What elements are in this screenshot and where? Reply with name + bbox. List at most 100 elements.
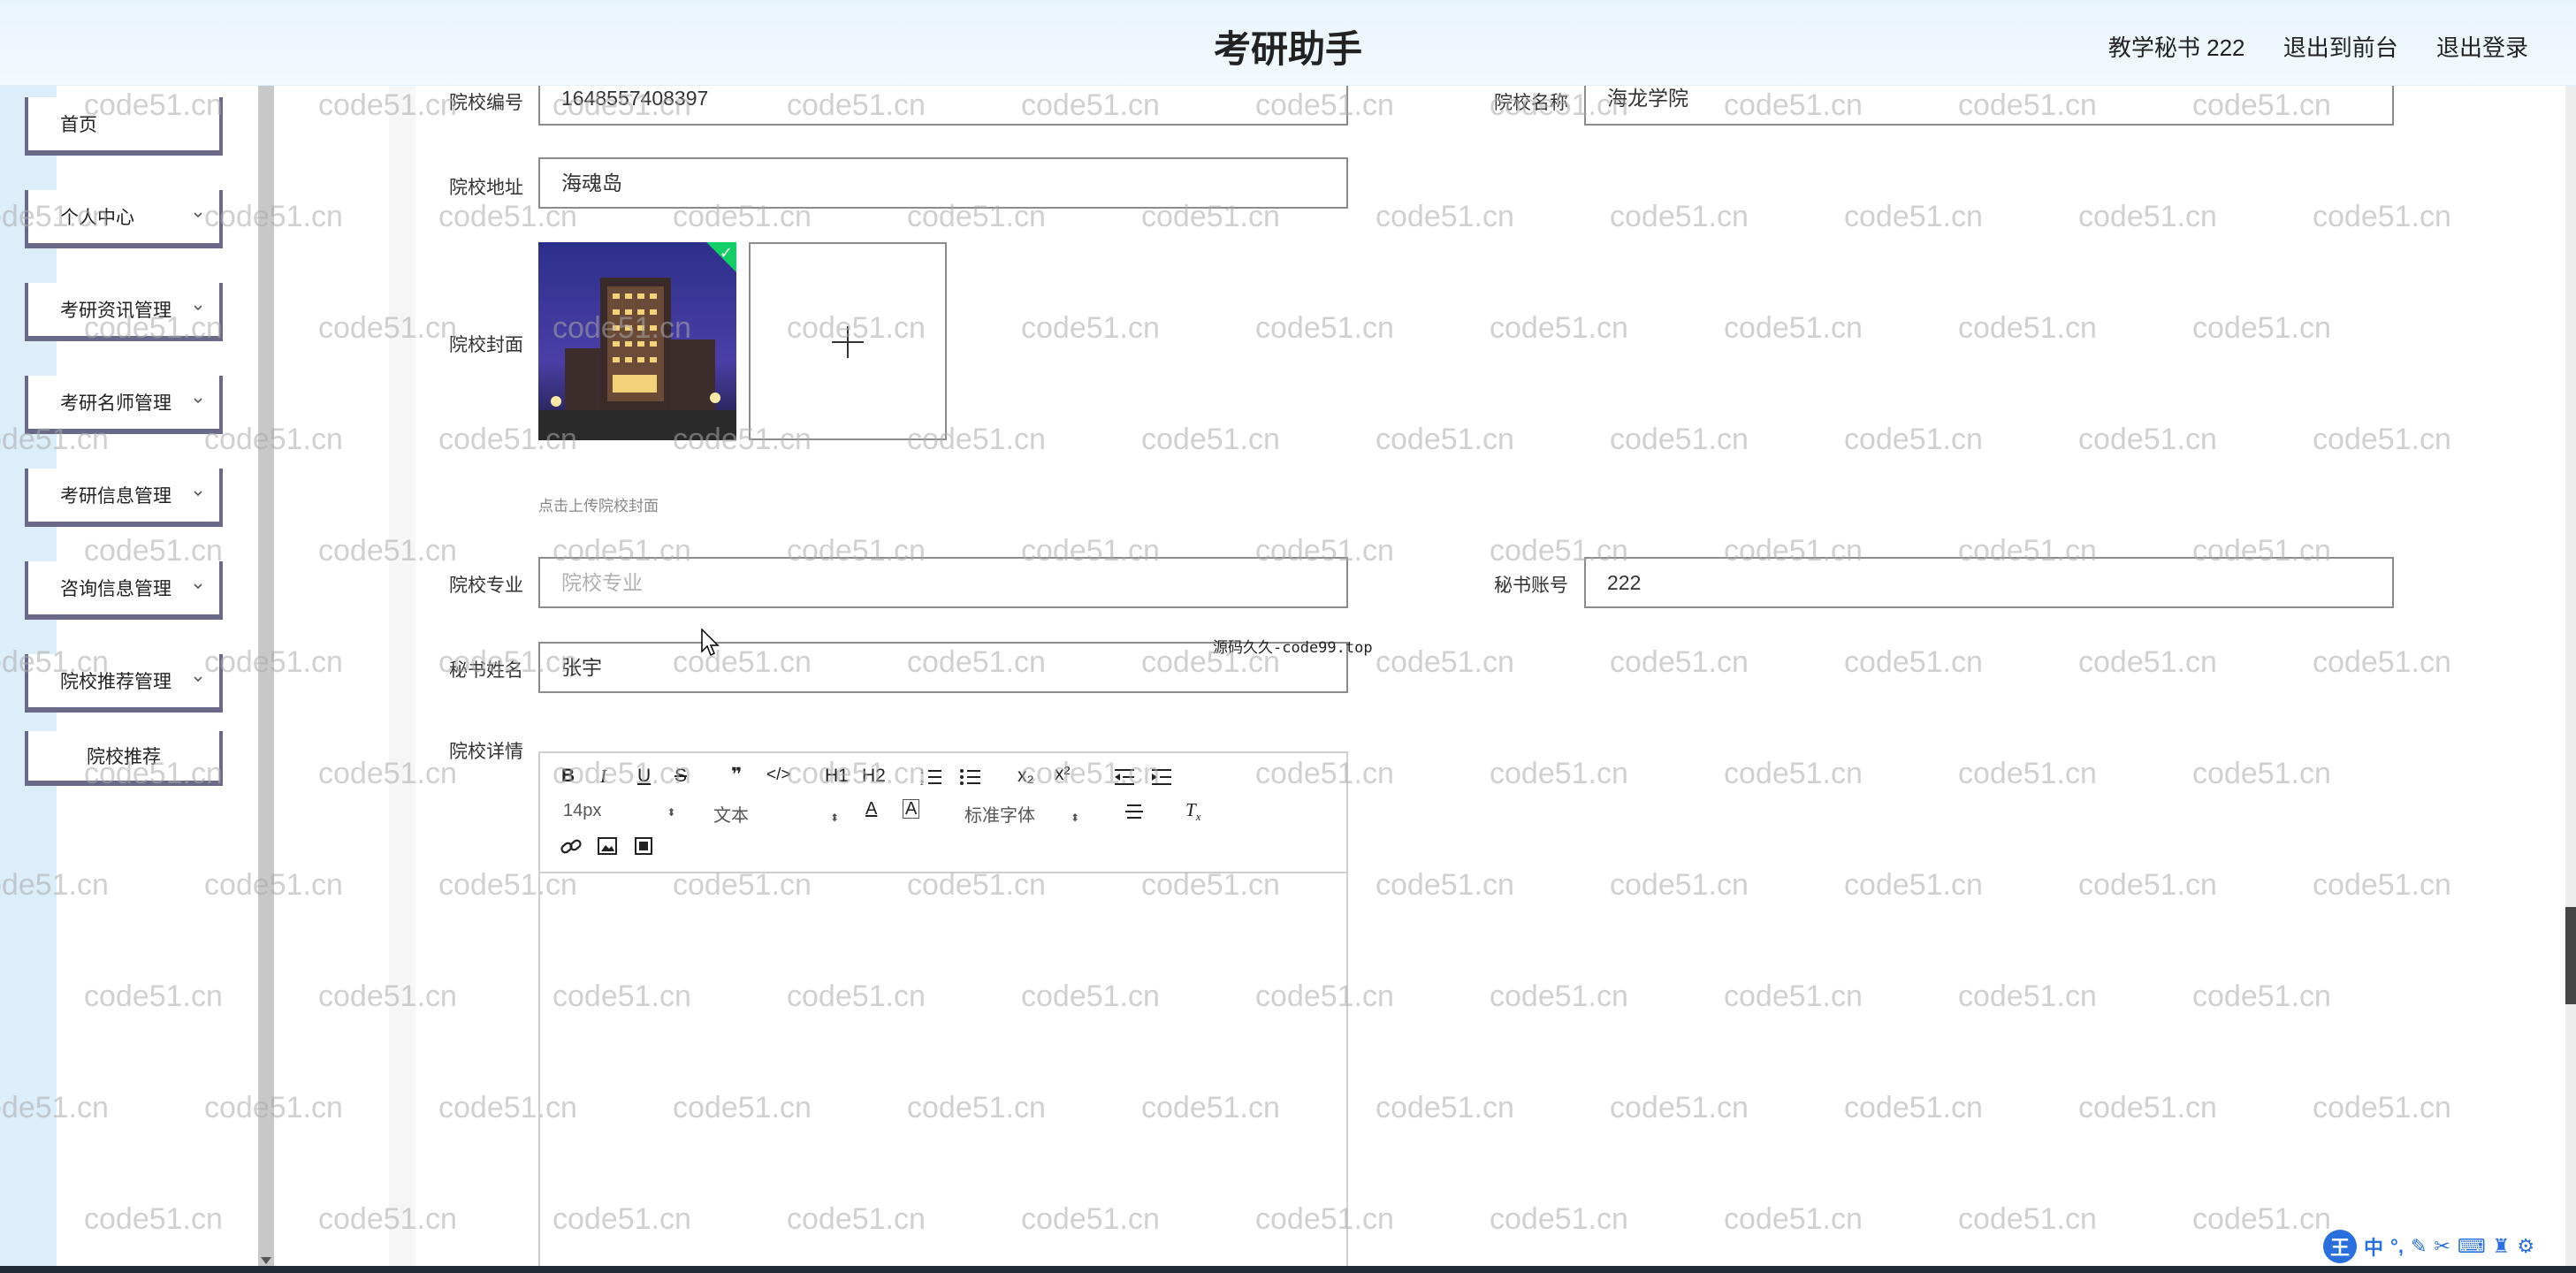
watermark-text: code51.cn (1490, 980, 1628, 1013)
watermark-text: code51.cn (2078, 1091, 2217, 1124)
sidebar-item-info[interactable]: 考研信息管理 (25, 469, 223, 527)
font-color-button[interactable]: A (865, 799, 877, 819)
watermark-text: code51.cn (1610, 423, 1749, 456)
align-icon[interactable] (1124, 803, 1145, 820)
check-icon: ✓ (719, 244, 733, 262)
watermark-text: code51.cn (1021, 311, 1160, 345)
watermark-text: code51.cn (2192, 980, 2331, 1013)
sidebar-scrollbar[interactable] (258, 85, 274, 1268)
paragraph-value: 文本 (713, 806, 749, 826)
ime-logo-icon[interactable]: 王 (2323, 1230, 2357, 1263)
clear-format-button[interactable]: Tx (1185, 799, 1200, 824)
background-color-button[interactable]: A (903, 799, 920, 819)
plus-icon-vertical (847, 326, 849, 358)
font-size-select[interactable]: 14px ⬍ (563, 801, 675, 821)
upload-cover-button[interactable] (749, 242, 947, 440)
major-input[interactable]: 院校专业 (538, 557, 1348, 608)
sidebar-item-teachers[interactable]: 考研名师管理 (25, 376, 223, 434)
page-scrollbar-thumb[interactable] (2565, 907, 2576, 1004)
cover-image-thumbnail[interactable]: ✓ (538, 242, 736, 440)
sidebar-item-news[interactable]: 考研资讯管理 (25, 283, 223, 341)
chevron-down-icon (194, 583, 202, 590)
address-field[interactable]: 海魂岛 (538, 157, 1348, 209)
watermark-text: code51.cn (1490, 757, 1628, 790)
sidebar-subitem-school-recommend[interactable]: 院校推荐 (25, 731, 223, 786)
watermark-text: code51.cn (1844, 423, 1983, 456)
watermark-text: code51.cn (1958, 757, 2097, 790)
link-icon[interactable] (560, 836, 583, 858)
watermark-text: code51.cn (1844, 1091, 1983, 1124)
ordered-list-icon[interactable]: 12 (920, 767, 943, 787)
watermark-text: code51.cn (1724, 1202, 1863, 1236)
sidebar-item-consult[interactable]: 咨询信息管理 (25, 561, 223, 620)
watermark-text: code51.cn (2192, 757, 2331, 790)
secretary-account-field[interactable]: 222 (1584, 557, 2394, 608)
skin-icon[interactable]: ♜ (2493, 1235, 2511, 1258)
blockquote-button[interactable]: ❞ (731, 764, 742, 786)
watermark-text: code51.cn (318, 980, 457, 1013)
sidebar-item-label: 首页 (60, 115, 97, 135)
sidebar-item-label: 咨询信息管理 (60, 579, 171, 599)
watermark-text: code51.cn (1958, 980, 2097, 1013)
settings-icon[interactable]: ⚙ (2517, 1235, 2534, 1258)
font-family-value: 标准字体 (964, 806, 1035, 826)
italic-button[interactable]: I (600, 766, 606, 788)
cover-label: 院校封面 (449, 335, 523, 355)
secretary-name-label: 秘书姓名 (449, 660, 523, 681)
scissors-icon[interactable]: ✂ (2434, 1235, 2450, 1258)
image-icon[interactable] (597, 836, 618, 856)
font-family-select[interactable]: 标准字体 ⬍ (964, 801, 1079, 827)
punctuation-icon[interactable]: °, (2390, 1235, 2404, 1258)
sidebar-item-home[interactable]: 首页 (25, 97, 223, 156)
code-block-button[interactable]: </> (766, 766, 790, 785)
watermark-text: code51.cn (1141, 423, 1280, 456)
watermark-text: code51.cn (1490, 311, 1628, 345)
outdent-icon[interactable] (1113, 767, 1136, 787)
building-image (538, 242, 736, 440)
content-left-gutter (389, 85, 415, 1273)
watermark-text: code51.cn (1376, 868, 1514, 902)
rich-text-editor[interactable]: B I U S ❞ </> H1 H2 12 x₂ x² 14px ⬍ 文本 ⬍ A… (538, 751, 1348, 1273)
keyboard-icon[interactable]: ⌨ (2458, 1235, 2486, 1258)
strike-button[interactable]: S (674, 766, 687, 787)
logout-link[interactable]: 退出登录 (2436, 34, 2528, 61)
sidebar-item-school-recommend[interactable]: 院校推荐管理 (25, 654, 223, 713)
bullet-list-icon[interactable] (959, 767, 982, 787)
front-link[interactable]: 退出到前台 (2283, 34, 2398, 61)
scroll-down-arrow-icon[interactable] (261, 1257, 271, 1264)
paragraph-select[interactable]: 文本 ⬍ (713, 801, 839, 827)
sidebar-item-personal-center[interactable]: 个人中心 (25, 190, 223, 248)
editor-content-area[interactable] (540, 873, 1346, 1271)
secretary-account-label: 秘书账号 (1494, 576, 1568, 596)
ime-mode[interactable]: 中 (2364, 1232, 2383, 1261)
watermark-text: code51.cn (1724, 311, 1863, 345)
watermark-text: code51.cn (1958, 1202, 2097, 1236)
editor-toolbar: B I U S ❞ </> H1 H2 12 x₂ x² 14px ⬍ 文本 ⬍ A… (540, 753, 1346, 873)
watermark-text: code51.cn (1376, 423, 1514, 456)
watermark-text: code51.cn (1610, 868, 1749, 902)
ime-toolbar: 王 中 °, ✎ ✂ ⌨ ♜ ⚙ (2323, 1227, 2576, 1266)
sidebar-subitem-label: 院校推荐 (87, 747, 161, 767)
watermark-text: code51.cn (2078, 200, 2217, 233)
page-scrollbar[interactable] (2565, 85, 2576, 1273)
superscript-button[interactable]: x² (1055, 764, 1071, 785)
school-no-label: 院校编号 (449, 93, 523, 113)
watermark-text: code51.cn (1610, 200, 1749, 233)
heading2-button[interactable]: H2 (862, 766, 886, 787)
watermark-text: code51.cn (1724, 757, 1863, 790)
video-icon[interactable] (634, 836, 653, 856)
heading1-button[interactable]: H1 (825, 766, 849, 787)
major-label: 院校专业 (449, 576, 523, 596)
indent-icon[interactable] (1150, 767, 1173, 787)
pen-icon[interactable]: ✎ (2411, 1235, 2427, 1258)
subscript-button[interactable]: x₂ (1017, 766, 1034, 787)
underline-button[interactable]: U (637, 766, 651, 787)
watermark-text: code51.cn (318, 1202, 457, 1236)
bold-button[interactable]: B (561, 766, 575, 787)
watermark-text: code51.cn (2192, 311, 2331, 345)
watermark-text: code51.cn (1610, 645, 1749, 679)
watermark-text: code51.cn (1376, 645, 1514, 679)
detail-label: 院校详情 (449, 742, 523, 762)
watermark-text: code51.cn (1490, 1202, 1628, 1236)
sidebar-item-label: 院校推荐管理 (60, 672, 171, 692)
